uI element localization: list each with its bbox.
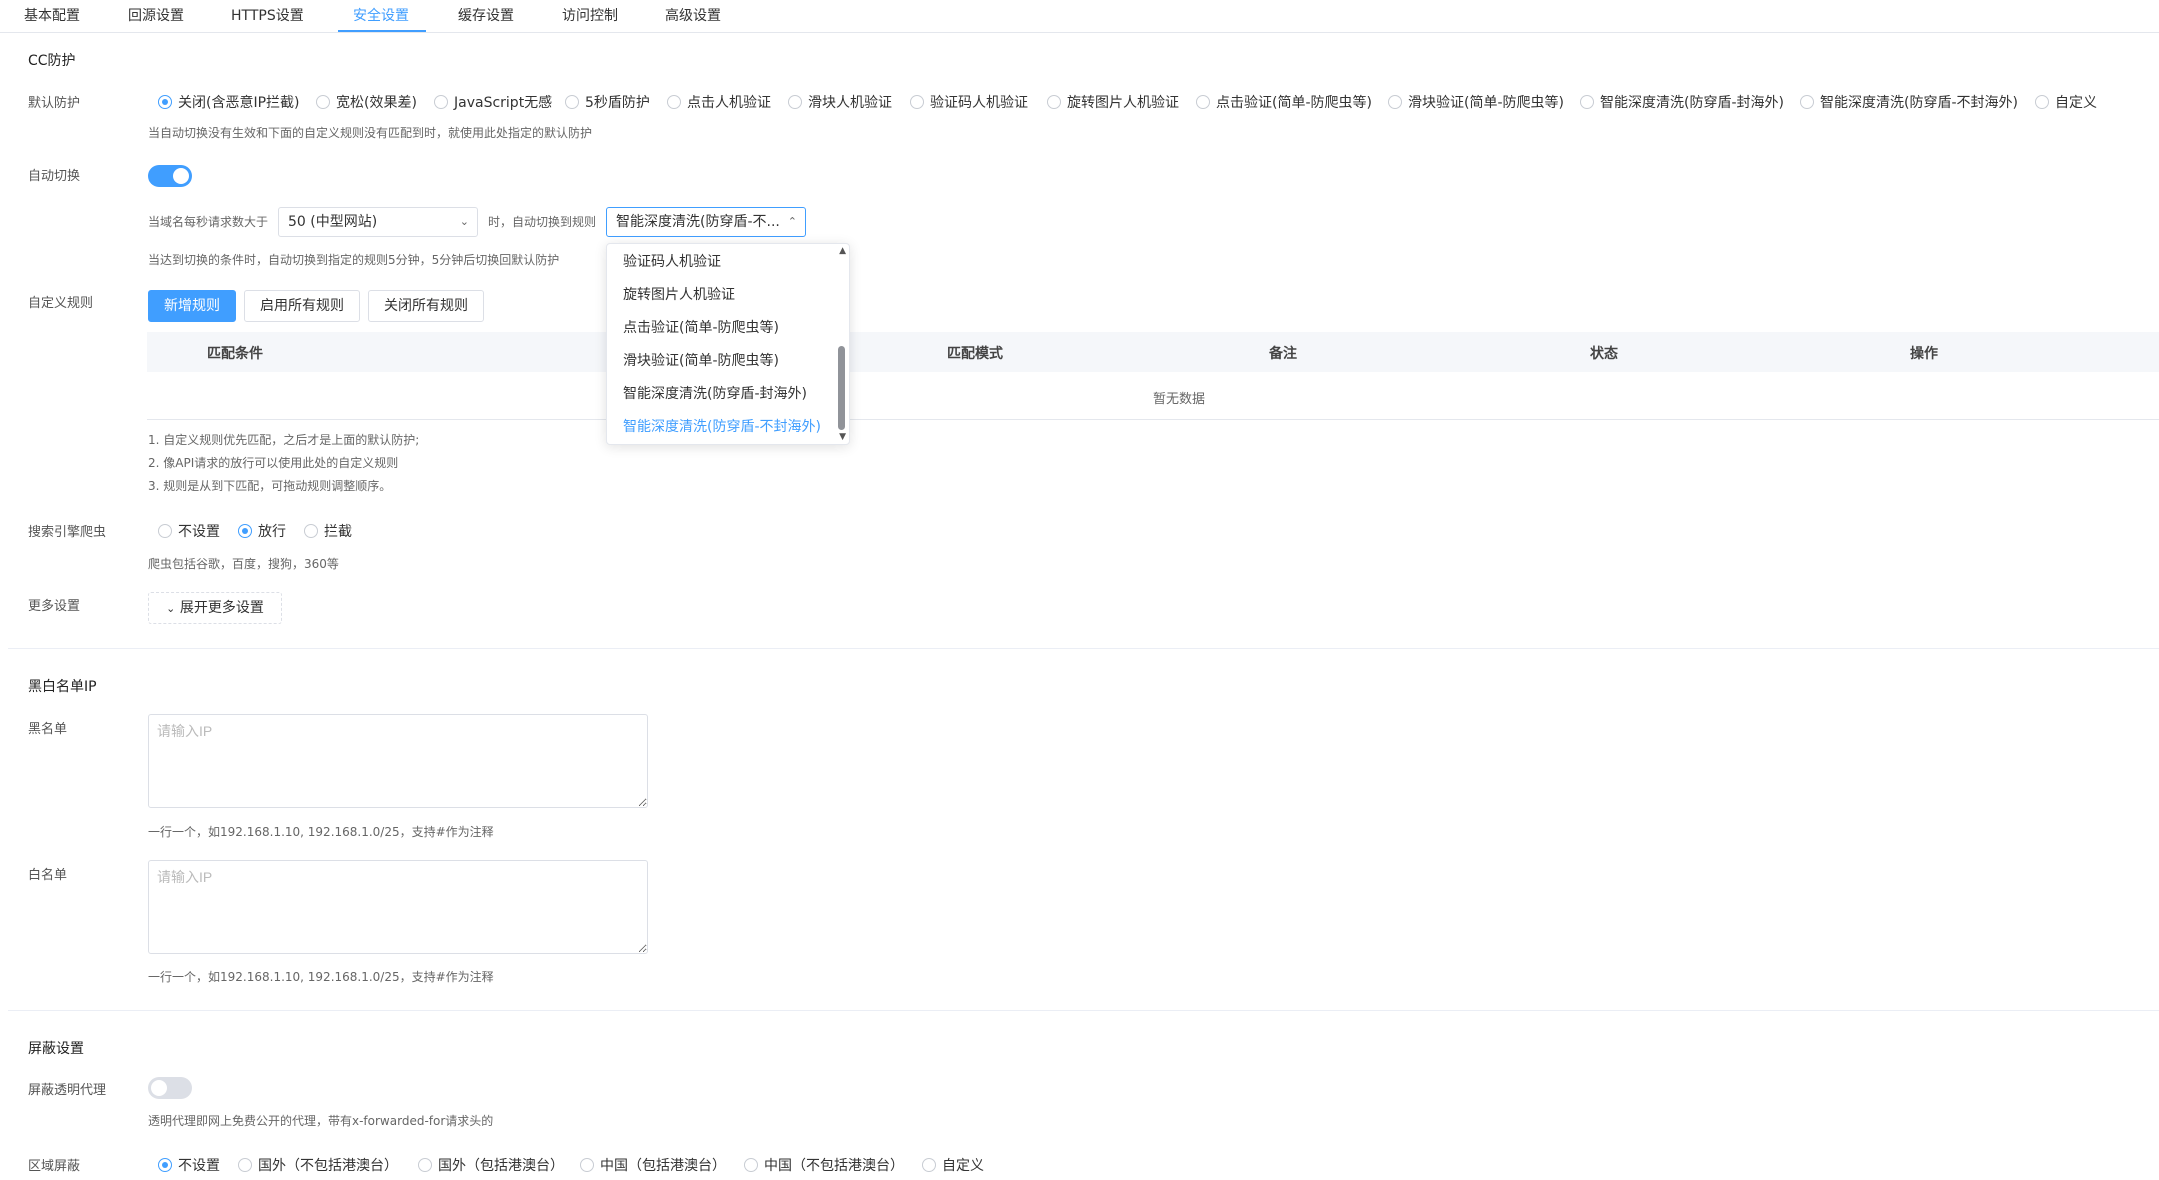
dropdown-option-selected[interactable]: 智能深度清洗(防穿盾-不封海外)	[623, 416, 821, 436]
more-settings-label: 更多设置	[28, 599, 81, 614]
scroll-down-icon[interactable]: ▼	[839, 432, 846, 442]
radio-region-foreign-incl[interactable]: 国外（包括港澳台）	[418, 1155, 564, 1175]
dropdown-option[interactable]: 旋转图片人机验证	[623, 284, 735, 304]
auto-switch-prefix: 当域名每秒请求数大于	[148, 215, 269, 229]
radio-default-off[interactable]: 关闭(含恶意IP拦截)	[158, 92, 300, 112]
rules-note-2: 2. 像API请求的放行可以使用此处的自定义规则	[148, 456, 399, 470]
th-match-condition: 匹配条件	[207, 346, 263, 362]
custom-rules-label: 自定义规则	[28, 296, 94, 311]
radio-default-js[interactable]: JavaScript无感	[434, 92, 552, 112]
cc-section-title: CC防护	[28, 53, 76, 69]
th-match-mode: 匹配模式	[947, 346, 1003, 362]
th-remark: 备注	[1269, 346, 1297, 362]
scroll-up-icon[interactable]: ▲	[839, 246, 846, 256]
radio-default-5s[interactable]: 5秒盾防护	[565, 92, 650, 112]
shield-section-title: 屏蔽设置	[28, 1041, 84, 1057]
radio-region-china-incl[interactable]: 中国（包括港澳台）	[580, 1155, 726, 1175]
radio-spider-block[interactable]: 拦截	[304, 521, 352, 541]
radio-default-click-captcha[interactable]: 点击人机验证	[667, 92, 771, 112]
ip-section-title: 黑白名单IP	[28, 679, 97, 695]
th-actions: 操作	[1910, 346, 1938, 362]
radio-default-code-captcha[interactable]: 验证码人机验证	[910, 92, 1028, 112]
tab-advanced[interactable]: 高级设置	[665, 5, 721, 25]
section-divider	[8, 1010, 2159, 1011]
tab-access[interactable]: 访问控制	[562, 5, 618, 25]
blacklist-label: 黑名单	[28, 722, 68, 737]
tab-security[interactable]: 安全设置	[353, 5, 409, 25]
radio-default-custom[interactable]: 自定义	[2035, 92, 2097, 112]
table-empty-text: 暂无数据	[1153, 392, 1206, 407]
settings-tabs: 基本配置 回源设置 HTTPS设置 安全设置 缓存设置 访问控制 高级设置	[0, 0, 2159, 33]
spider-label: 搜索引擎爬虫	[28, 525, 107, 540]
dropdown-option[interactable]: 滑块验证(简单-防爬虫等)	[623, 350, 779, 370]
radio-default-slider-captcha[interactable]: 滑块人机验证	[788, 92, 892, 112]
auto-rule-select[interactable]: 智能深度清洗(防穿盾-不... ⌃	[606, 207, 806, 237]
threshold-select[interactable]: 50 (中型网站) ⌄	[278, 207, 478, 237]
dropdown-option[interactable]: 点击验证(简单-防爬虫等)	[623, 317, 779, 337]
rules-table-header: 匹配条件 匹配模式 备注 状态 操作	[147, 332, 2159, 372]
radio-region-none[interactable]: 不设置	[158, 1155, 220, 1175]
auto-switch-middle: 时，自动切换到规则	[488, 215, 597, 229]
radio-default-simple-click[interactable]: 点击验证(简单-防爬虫等)	[1196, 92, 1372, 112]
dropdown-option[interactable]: 验证码人机验证	[623, 251, 721, 271]
rules-note-1: 1. 自定义规则优先匹配，之后才是上面的默认防护;	[148, 433, 420, 447]
disable-all-rules-button[interactable]: 关闭所有规则	[368, 290, 484, 322]
auto-rule-dropdown: ▲ 验证码人机验证 旋转图片人机验证 点击验证(简单-防爬虫等) 滑块验证(简单…	[606, 243, 850, 445]
auto-switch-label: 自动切换	[28, 169, 81, 184]
radio-spider-allow[interactable]: 放行	[238, 521, 286, 541]
dropdown-scrollbar[interactable]	[838, 346, 845, 430]
tab-origin[interactable]: 回源设置	[128, 5, 184, 25]
region-block-label: 区域屏蔽	[28, 1159, 81, 1174]
active-tab-indicator	[338, 30, 426, 32]
whitelist-hint: 一行一个，如192.168.1.10, 192.168.1.0/25，支持#作为…	[148, 970, 494, 984]
default-protection-hint: 当自动切换没有生效和下面的自定义规则没有匹配到时，就使用此处指定的默认防护	[148, 126, 593, 140]
enable-all-rules-button[interactable]: 启用所有规则	[244, 290, 360, 322]
chevron-down-icon: ⌄	[166, 602, 176, 615]
section-divider	[8, 648, 2159, 649]
transparent-proxy-toggle[interactable]	[148, 1077, 192, 1099]
tab-https[interactable]: HTTPS设置	[231, 5, 304, 25]
radio-region-foreign-excl[interactable]: 国外（不包括港澳台）	[238, 1155, 398, 1175]
add-rule-button[interactable]: 新增规则	[148, 290, 236, 322]
rules-note-3: 3. 规则是从到下匹配，可拖动规则调整顺序。	[148, 479, 392, 493]
blacklist-hint: 一行一个，如192.168.1.10, 192.168.1.0/25，支持#作为…	[148, 825, 494, 839]
transparent-proxy-label: 屏蔽透明代理	[28, 1083, 107, 1098]
blacklist-textarea[interactable]	[148, 714, 648, 808]
auto-switch-hint: 当达到切换的条件时，自动切换到指定的规则5分钟，5分钟后切换回默认防护	[148, 253, 560, 267]
whitelist-textarea[interactable]	[148, 860, 648, 954]
radio-default-simple-slider[interactable]: 滑块验证(简单-防爬虫等)	[1388, 92, 1564, 112]
radio-region-china-excl[interactable]: 中国（不包括港澳台）	[744, 1155, 904, 1175]
whitelist-label: 白名单	[28, 868, 68, 883]
radio-region-custom[interactable]: 自定义	[922, 1155, 984, 1175]
auto-switch-toggle[interactable]	[148, 165, 192, 187]
radio-default-loose[interactable]: 宽松(效果差)	[316, 92, 417, 112]
th-status: 状态	[1590, 346, 1618, 362]
tab-cache[interactable]: 缓存设置	[458, 5, 514, 25]
dropdown-option[interactable]: 智能深度清洗(防穿盾-封海外)	[623, 383, 807, 403]
radio-default-deep-clean-block[interactable]: 智能深度清洗(防穿盾-封海外)	[1580, 92, 1784, 112]
radio-spider-none[interactable]: 不设置	[158, 521, 220, 541]
radio-default-deep-clean-allow[interactable]: 智能深度清洗(防穿盾-不封海外)	[1800, 92, 2018, 112]
tab-basic[interactable]: 基本配置	[24, 5, 80, 25]
radio-default-rotate-captcha[interactable]: 旋转图片人机验证	[1047, 92, 1179, 112]
transparent-proxy-hint: 透明代理即网上免费公开的代理，带有x-forwarded-for请求头的	[148, 1114, 494, 1128]
rules-table-body: 暂无数据	[147, 372, 2159, 420]
expand-more-settings-button[interactable]: ⌄ 展开更多设置	[148, 592, 282, 624]
chevron-up-icon: ⌃	[787, 215, 797, 228]
default-protection-label: 默认防护	[28, 96, 81, 111]
chevron-down-icon: ⌄	[459, 215, 469, 228]
spider-hint: 爬虫包括谷歌，百度，搜狗，360等	[148, 557, 339, 571]
